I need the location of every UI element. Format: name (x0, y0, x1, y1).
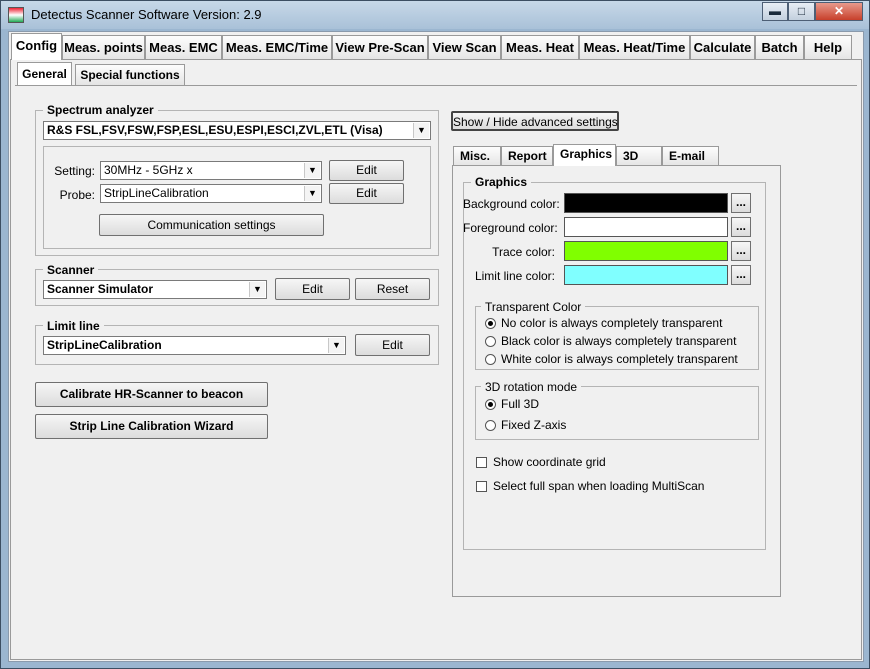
probe-label: Probe: (59, 188, 95, 202)
tab-meas-heat-time[interactable]: Meas. Heat/Time (579, 35, 690, 60)
chevron-down-icon: ▼ (328, 338, 344, 353)
transparent-black-label: Black color is always completely transpa… (501, 334, 737, 348)
tab-meas-heat[interactable]: Meas. Heat (501, 35, 579, 60)
transparent-none-label: No color is always completely transparen… (501, 316, 723, 330)
sub-tab-bar: General Special functions (17, 62, 197, 86)
transparent-black-radio[interactable] (485, 336, 496, 347)
tab-misc[interactable]: Misc. (453, 146, 501, 166)
close-button[interactable]: ✕ (815, 2, 863, 21)
advanced-settings-toggle[interactable]: Show / Hide advanced settings (451, 111, 619, 131)
transparent-white-label: White color is always completely transpa… (501, 352, 738, 366)
setting-select[interactable]: 30MHz - 5GHz x ▼ (100, 161, 322, 180)
probe-select[interactable]: StripLineCalibration ▼ (100, 184, 322, 203)
foreground-color-swatch (564, 217, 728, 237)
limit-line-color-label: Limit line color: (474, 269, 555, 283)
maximize-button[interactable]: □ (788, 2, 815, 21)
tab-calculate[interactable]: Calculate (690, 35, 755, 60)
trace-color-label: Trace color: (492, 245, 555, 259)
probe-select-value: StripLineCalibration (104, 186, 209, 200)
transparent-none-radio[interactable] (485, 318, 496, 329)
tab-meas-emc-time[interactable]: Meas. EMC/Time (222, 35, 332, 60)
chevron-down-icon: ▼ (249, 282, 265, 297)
scanner-label: Scanner (43, 263, 99, 277)
limit-line-edit-button[interactable]: Edit (355, 334, 430, 356)
rotation-mode-label: 3D rotation mode (481, 380, 582, 394)
communication-settings-button[interactable]: Communication settings (99, 214, 324, 236)
probe-edit-button[interactable]: Edit (329, 183, 404, 204)
tab-view-scan[interactable]: View Scan (428, 35, 501, 60)
rotation-fixed-z-radio[interactable] (485, 420, 496, 431)
trace-color-swatch (564, 241, 728, 261)
limit-line-select-value: StripLineCalibration (47, 338, 162, 352)
coordinate-grid-checkbox[interactable] (476, 457, 487, 468)
scanner-edit-button[interactable]: Edit (275, 278, 350, 300)
minimize-button[interactable]: ▬ (762, 2, 788, 21)
transparent-color-label: Transparent Color (481, 300, 586, 314)
tab-meas-points[interactable]: Meas. points (62, 35, 145, 60)
graphics-label: Graphics (471, 175, 532, 189)
scanner-select-value: Scanner Simulator (47, 282, 154, 296)
main-tab-bar: Config Meas. points Meas. EMC Meas. EMC/… (9, 33, 865, 60)
tab-graphics[interactable]: Graphics (553, 144, 616, 166)
config-panel: General Special functions Spectrum analy… (10, 59, 862, 660)
tab-batch[interactable]: Batch (755, 35, 804, 60)
full-span-label: Select full span when loading MultiScan (493, 479, 705, 493)
setting-edit-button[interactable]: Edit (329, 160, 404, 181)
tab-meas-emc[interactable]: Meas. EMC (145, 35, 222, 60)
coordinate-grid-label: Show coordinate grid (493, 455, 606, 469)
client-area: Config Meas. points Meas. EMC Meas. EMC/… (8, 31, 864, 662)
foreground-color-label: Foreground color: (463, 221, 558, 235)
app-window: Detectus Scanner Software Version: 2.9 ▬… (0, 0, 870, 669)
scanner-select[interactable]: Scanner Simulator ▼ (43, 280, 267, 299)
calibration-wizard-button[interactable]: Strip Line Calibration Wizard (35, 414, 268, 439)
tab-view-pre-scan[interactable]: View Pre-Scan (332, 35, 428, 60)
limit-line-color-swatch (564, 265, 728, 285)
scanner-reset-button[interactable]: Reset (355, 278, 430, 300)
trace-color-picker-button[interactable]: ... (731, 241, 751, 261)
tab-email[interactable]: E-mail (662, 146, 719, 166)
tab-config[interactable]: Config (11, 33, 62, 60)
background-color-picker-button[interactable]: ... (731, 193, 751, 213)
analyzer-select[interactable]: R&S FSL,FSV,FSW,FSP,ESL,ESU,ESPI,ESCI,ZV… (43, 121, 431, 140)
limit-line-select[interactable]: StripLineCalibration ▼ (43, 336, 346, 355)
window-title: Detectus Scanner Software Version: 2.9 (31, 7, 262, 22)
limit-line-color-picker-button[interactable]: ... (731, 265, 751, 285)
chevron-down-icon: ▼ (304, 186, 320, 201)
rotation-full-3d-radio[interactable] (485, 399, 496, 410)
calibrate-beacon-button[interactable]: Calibrate HR-Scanner to beacon (35, 382, 268, 407)
tab-help[interactable]: Help (804, 35, 852, 60)
chevron-down-icon: ▼ (413, 123, 429, 138)
rotation-fixed-z-label: Fixed Z-axis (501, 418, 567, 432)
spectrum-analyzer-label: Spectrum analyzer (43, 103, 158, 117)
transparent-white-radio[interactable] (485, 354, 496, 365)
foreground-color-picker-button[interactable]: ... (731, 217, 751, 237)
background-color-label: Background color: (463, 197, 560, 211)
background-color-swatch (564, 193, 728, 213)
tab-3d[interactable]: 3D (616, 146, 662, 166)
limit-line-label: Limit line (43, 319, 104, 333)
setting-label: Setting: (54, 164, 95, 178)
rotation-full-3d-label: Full 3D (501, 397, 540, 411)
full-span-checkbox[interactable] (476, 481, 487, 492)
analyzer-select-value: R&S FSL,FSV,FSW,FSP,ESL,ESU,ESPI,ESCI,ZV… (47, 123, 383, 137)
tab-report[interactable]: Report (501, 146, 553, 166)
chevron-down-icon: ▼ (304, 163, 320, 178)
setting-select-value: 30MHz - 5GHz x (104, 163, 193, 177)
title-bar: Detectus Scanner Software Version: 2.9 ▬… (1, 1, 869, 29)
app-icon (8, 7, 24, 23)
tab-general[interactable]: General (17, 62, 72, 85)
tab-special-functions[interactable]: Special functions (75, 64, 185, 85)
